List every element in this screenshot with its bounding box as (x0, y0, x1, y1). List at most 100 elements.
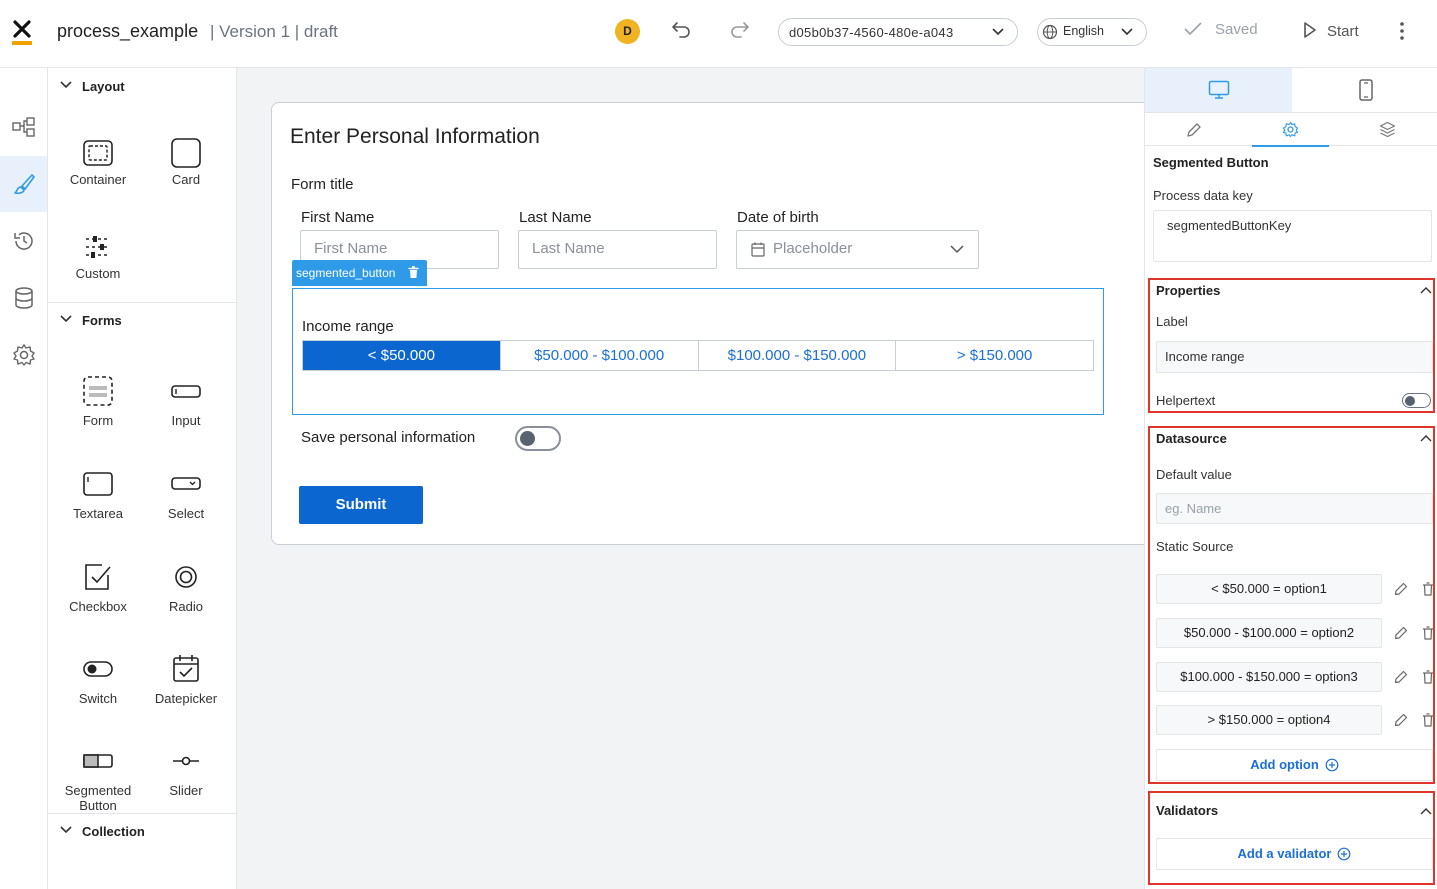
process-name: process_example (57, 21, 199, 41)
segmented-button-component[interactable]: Income range < $50.000 $50.000 - $100.00… (292, 288, 1104, 415)
form-card[interactable]: Enter Personal Information Form title Fi… (271, 102, 1151, 545)
segment-option[interactable]: $50.000 - $100.000 (501, 341, 699, 370)
palette-item-radio[interactable]: Radio (141, 561, 231, 614)
static-option-row[interactable]: < $50.000 = option1 (1156, 574, 1382, 604)
card-heading: Enter Personal Information (290, 125, 540, 148)
card-icon (171, 138, 201, 168)
palette-section-collection[interactable]: Collection (48, 813, 236, 849)
palette-item-textarea[interactable]: Textarea (53, 468, 143, 521)
save-info-switch[interactable] (515, 426, 561, 451)
chevron-up-icon[interactable] (1420, 286, 1432, 294)
pencil-icon[interactable] (1394, 626, 1408, 640)
process-key-input[interactable]: segmentedButtonKey (1153, 210, 1432, 262)
helpertext-switch[interactable] (1402, 393, 1431, 408)
palette-section-layout[interactable]: Layout (48, 68, 236, 104)
static-option-row[interactable]: $50.000 - $100.000 = option2 (1156, 618, 1382, 648)
segment-option[interactable]: < $50.000 (303, 341, 501, 370)
palette-item-datepicker[interactable]: Datepicker (141, 653, 231, 706)
chevron-up-icon[interactable] (1420, 434, 1432, 442)
pencil-icon[interactable] (1394, 713, 1408, 727)
palette-item-label: Checkbox (69, 599, 127, 614)
rail-data-model[interactable] (0, 270, 47, 326)
date-of-birth-picker[interactable]: Placeholder (736, 230, 979, 269)
palette-item-label: Switch (78, 691, 118, 706)
start-button[interactable]: Start (1303, 21, 1359, 40)
language-select[interactable]: English (1037, 18, 1147, 46)
add-option-button[interactable]: Add option (1156, 749, 1433, 781)
static-option-row[interactable]: $100.000 - $150.000 = option3 (1156, 662, 1382, 692)
palette-item-input[interactable]: Input (141, 375, 231, 428)
mobile-icon (1358, 79, 1373, 101)
textarea-icon (83, 472, 113, 496)
rail-process-map[interactable] (0, 99, 47, 155)
submit-button[interactable]: Submit (299, 486, 423, 524)
add-validator-button[interactable]: Add a validator (1156, 838, 1433, 870)
trash-icon[interactable] (408, 266, 419, 279)
label-input[interactable]: Income range (1156, 341, 1433, 373)
segment-option[interactable]: $100.000 - $150.000 (699, 341, 897, 370)
device-tabs (1145, 68, 1437, 113)
version-status: | Version 1 | draft (210, 22, 338, 41)
save-info-label: Save personal information (301, 429, 476, 446)
process-instance-select[interactable]: d05b0b37-4560-480e-a043 (778, 18, 1018, 46)
last-name-input[interactable]: Last Name (518, 230, 717, 269)
palette-item-slider[interactable]: Slider (141, 745, 231, 798)
selection-badge[interactable]: segmented_button (292, 260, 427, 286)
default-value-label: Default value (1156, 467, 1232, 482)
tab-mobile[interactable] (1292, 68, 1437, 112)
trash-icon[interactable] (1422, 582, 1434, 596)
default-value-input[interactable]: eg. Name (1156, 493, 1433, 524)
palette-item-segmented-button[interactable]: Segmented Button (53, 745, 143, 813)
chevron-up-icon[interactable] (1420, 807, 1432, 815)
redo-icon[interactable] (729, 20, 751, 42)
rail-ui-designer[interactable] (0, 156, 47, 212)
palette-item-label: Radio (169, 599, 203, 614)
segmented-button-group: < $50.000 $50.000 - $100.000 $100.000 - … (302, 340, 1094, 371)
pencil-icon[interactable] (1394, 582, 1408, 596)
section-title: Collection (82, 824, 145, 839)
gear-icon (1282, 121, 1299, 138)
palette-item-card[interactable]: Card (141, 138, 231, 187)
palette-item-form[interactable]: Form (53, 375, 143, 428)
palette-item-label: Form (82, 413, 114, 428)
more-options-icon[interactable] (1396, 20, 1408, 42)
palette-item-custom[interactable]: Custom (53, 234, 143, 281)
user-avatar[interactable]: D (615, 19, 640, 44)
chevron-down-icon (1121, 28, 1133, 36)
globe-icon (1042, 24, 1058, 40)
tab-desktop[interactable] (1145, 68, 1292, 112)
start-label: Start (1327, 23, 1359, 40)
palette-item-label: Segmented Button (64, 783, 132, 813)
history-icon (13, 232, 33, 250)
rail-settings[interactable] (0, 327, 47, 383)
palette-item-switch[interactable]: Switch (53, 653, 143, 706)
palette-section-forms[interactable]: Forms (48, 302, 236, 338)
properties-panel: Segmented Button Process data key segmen… (1144, 68, 1437, 889)
trash-icon[interactable] (1422, 626, 1434, 640)
pencil-icon[interactable] (1394, 670, 1408, 684)
input-icon (171, 385, 201, 398)
palette-item-container[interactable]: Container (53, 140, 143, 187)
trash-icon[interactable] (1422, 670, 1434, 684)
calendar-check-icon (173, 655, 199, 682)
rail-history[interactable] (0, 213, 47, 269)
undo-icon[interactable] (670, 20, 692, 42)
checkbox-icon (85, 564, 111, 590)
trash-icon[interactable] (1422, 713, 1434, 727)
left-rail (0, 68, 48, 889)
tab-settings[interactable] (1242, 113, 1339, 147)
segment-option[interactable]: > $150.000 (896, 341, 1093, 370)
datasource-title: Datasource (1156, 431, 1227, 446)
tab-styles[interactable] (1339, 113, 1436, 146)
static-option-row[interactable]: > $150.000 = option4 (1156, 705, 1382, 735)
palette-item-checkbox[interactable]: Checkbox (53, 561, 143, 614)
chevron-down-icon (950, 245, 964, 254)
input-placeholder: First Name (314, 240, 388, 257)
date-of-birth-label: Date of birth (737, 209, 819, 226)
form-icon (83, 376, 113, 406)
component-palette: Layout Container Card Custom Forms Form … (48, 68, 237, 889)
tab-edit[interactable] (1145, 113, 1242, 146)
settings-icon (12, 344, 35, 366)
palette-item-select[interactable]: Select (141, 468, 231, 521)
chevron-down-icon (60, 826, 72, 834)
